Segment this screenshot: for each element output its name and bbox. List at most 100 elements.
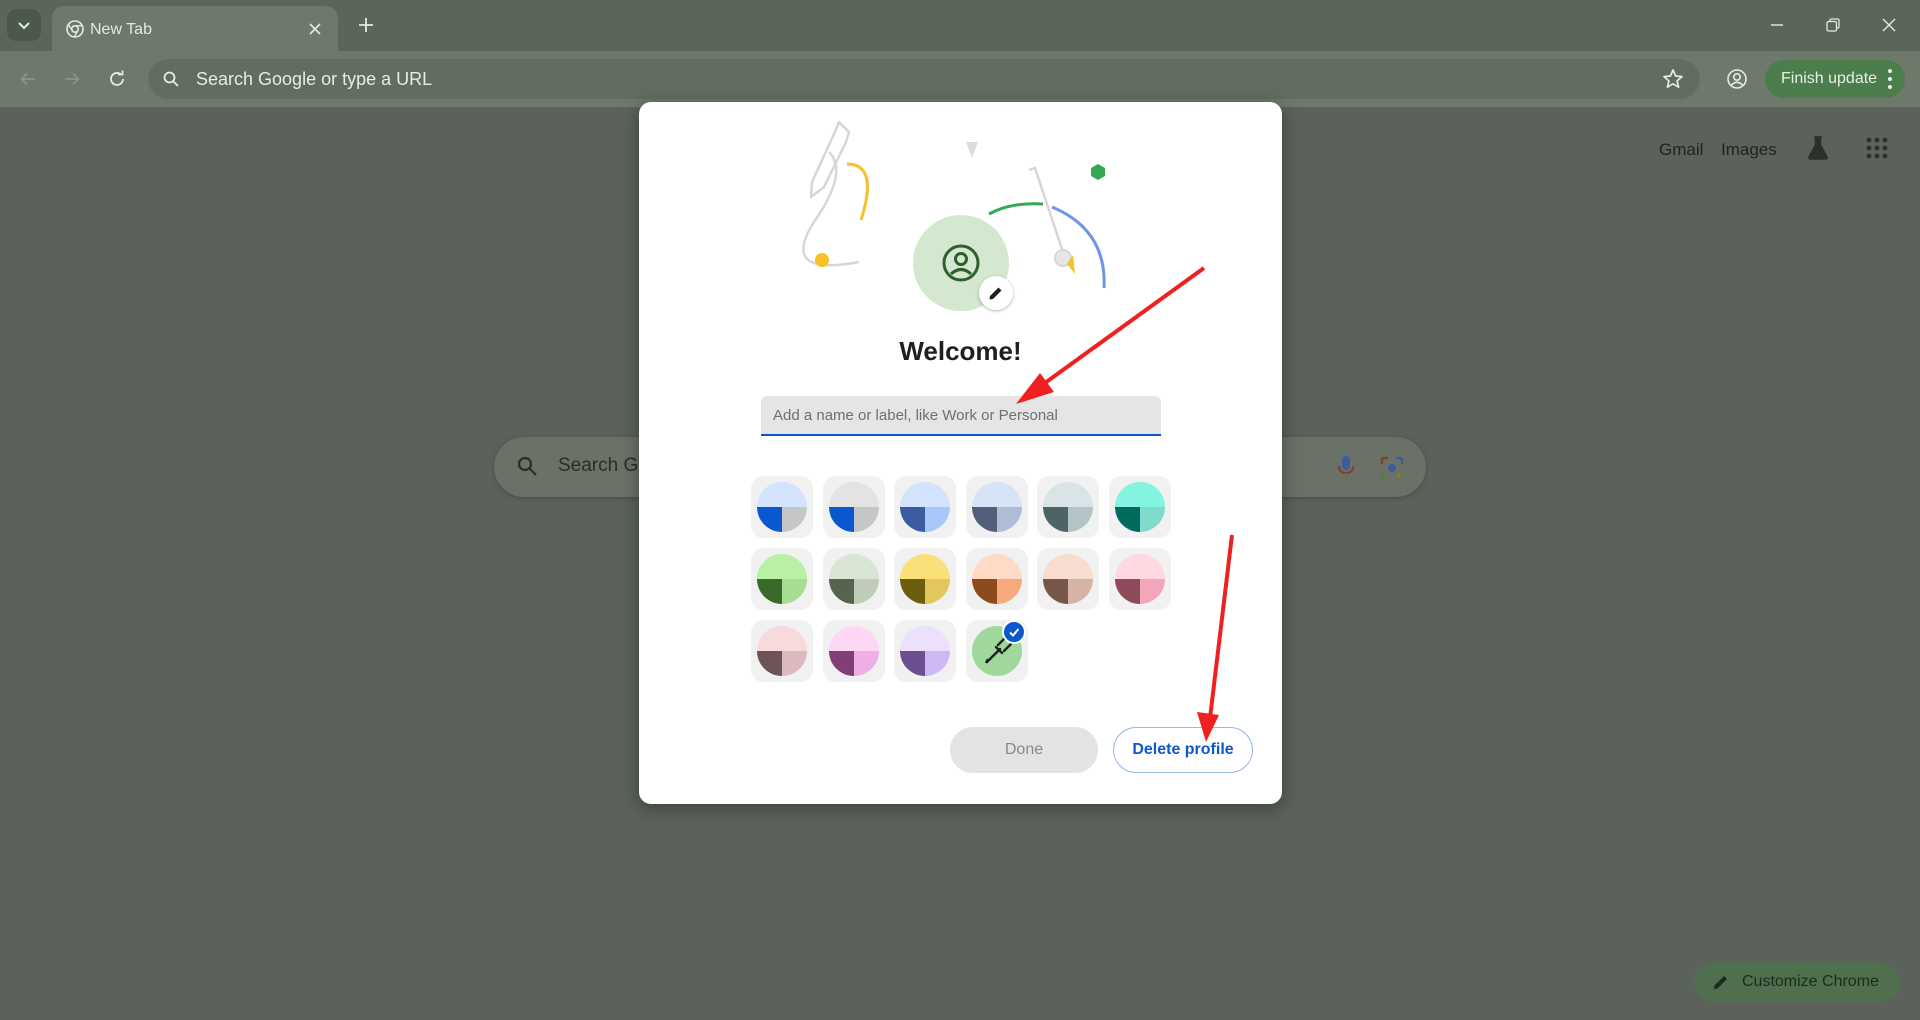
- chevron-down-icon: [18, 22, 30, 30]
- color-swatch-segment: [828, 579, 854, 604]
- pencil-icon: [1714, 976, 1727, 989]
- color-swatch-segment: [853, 651, 879, 676]
- color-swatch-disc: [900, 482, 950, 532]
- customize-chrome-button[interactable]: Customize Chrome: [1694, 962, 1900, 1002]
- restore-button[interactable]: [1809, 8, 1857, 42]
- forward-arrow-icon: [65, 72, 80, 86]
- lens-search-icon[interactable]: [1380, 456, 1404, 480]
- tab-close-button[interactable]: [304, 18, 326, 40]
- color-swatch[interactable]: [1108, 548, 1171, 610]
- color-swatch-segment: [900, 507, 925, 532]
- color-swatch-segment: [757, 579, 782, 604]
- toolbar: Search Google or type a URL Finish updat…: [0, 51, 1920, 108]
- dialog-title: Welcome!: [899, 336, 1022, 366]
- color-swatch-segment: [757, 554, 807, 579]
- close-icon: [1882, 18, 1896, 32]
- labs-flask-icon[interactable]: [1806, 135, 1830, 161]
- apps-grid-icon[interactable]: [1866, 137, 1888, 159]
- color-swatch-segment: [828, 554, 879, 579]
- color-swatch-segment: [1114, 554, 1165, 579]
- color-swatch-segment: [853, 579, 879, 604]
- color-swatch[interactable]: [965, 548, 1028, 610]
- color-swatch-segment: [996, 507, 1022, 532]
- plus-icon: [359, 18, 373, 32]
- color-swatch[interactable]: [1037, 476, 1099, 538]
- tab-title: New Tab: [90, 21, 152, 38]
- color-swatch-segment: [900, 579, 925, 604]
- color-swatch-segment: [1139, 579, 1165, 604]
- color-swatch-disc: [971, 482, 1022, 532]
- color-swatch-disc: [900, 554, 950, 604]
- color-swatch-segment: [1043, 554, 1093, 579]
- color-swatch-segment: [900, 651, 925, 676]
- color-swatch-disc: [757, 626, 807, 676]
- ntp-search-placeholder: Search Go: [558, 455, 649, 476]
- color-swatch-segment: [828, 626, 879, 651]
- omnibox[interactable]: Search Google or type a URL: [148, 59, 1700, 99]
- gmail-link[interactable]: Gmail: [1659, 140, 1703, 160]
- pencil-icon: [989, 287, 1002, 300]
- profile-button[interactable]: [1720, 62, 1754, 96]
- color-swatch-segment: [925, 651, 950, 676]
- color-swatch[interactable]: [751, 548, 813, 610]
- finish-update-button[interactable]: Finish update: [1765, 60, 1905, 98]
- images-link[interactable]: Images: [1721, 140, 1777, 160]
- edit-avatar-button[interactable]: [979, 276, 1013, 310]
- color-swatch[interactable]: [1108, 476, 1171, 538]
- color-swatch[interactable]: [822, 620, 885, 682]
- color-swatch-segment: [1114, 579, 1140, 604]
- color-swatch-segment: [1068, 579, 1093, 604]
- close-window-button[interactable]: [1865, 8, 1913, 42]
- more-vert-icon: [1888, 69, 1892, 89]
- color-swatch-disc: [900, 626, 950, 676]
- back-button[interactable]: [12, 63, 44, 95]
- color-swatch-segment: [925, 579, 950, 604]
- color-swatch-segment: [971, 507, 997, 532]
- profile-icon: [1727, 69, 1747, 89]
- color-swatch-disc: [1114, 554, 1165, 604]
- delete-profile-button[interactable]: Delete profile: [1113, 727, 1253, 773]
- done-button[interactable]: Done: [950, 727, 1098, 773]
- color-swatch-segment: [1114, 482, 1165, 507]
- color-swatch[interactable]: [751, 620, 813, 682]
- color-swatch-segment: [900, 482, 950, 507]
- color-swatch-segment: [782, 579, 807, 604]
- color-swatch[interactable]: [751, 476, 813, 538]
- reload-button[interactable]: [101, 63, 133, 95]
- color-swatch[interactable]: [1037, 548, 1099, 610]
- color-swatch-segment: [828, 651, 854, 676]
- color-swatch[interactable]: [965, 620, 1028, 682]
- voice-search-icon[interactable]: [1338, 455, 1354, 479]
- color-swatch-segment: [757, 507, 782, 532]
- color-swatch[interactable]: [894, 476, 956, 538]
- profile-setup-dialog: Welcome! Done Delete profile: [639, 102, 1282, 804]
- color-swatch[interactable]: [894, 620, 956, 682]
- color-swatch-disc: [828, 482, 879, 532]
- new-tab-button[interactable]: [352, 11, 380, 39]
- color-swatch-disc: [828, 554, 879, 604]
- bookmark-star-icon[interactable]: [1662, 68, 1684, 90]
- forward-button[interactable]: [56, 63, 88, 95]
- color-swatch-disc: [1043, 482, 1093, 532]
- omnibox-placeholder: Search Google or type a URL: [196, 69, 433, 89]
- color-swatch-segment: [782, 507, 807, 532]
- color-swatch-segment: [853, 507, 879, 532]
- color-swatch[interactable]: [965, 476, 1028, 538]
- color-swatch-disc: [757, 482, 807, 532]
- color-swatch-disc: [1043, 554, 1093, 604]
- tab-new-tab[interactable]: New Tab: [52, 6, 338, 51]
- color-swatch-disc: [757, 554, 807, 604]
- color-swatch-segment: [900, 554, 950, 579]
- profile-name-input[interactable]: [761, 396, 1161, 436]
- selected-check-icon: [1001, 620, 1026, 644]
- color-swatch[interactable]: [894, 548, 956, 610]
- minimize-button[interactable]: [1753, 8, 1801, 42]
- color-swatch[interactable]: [822, 476, 885, 538]
- back-arrow-icon: [20, 72, 35, 86]
- tab-search-button[interactable]: [7, 9, 41, 41]
- finish-update-label: Finish update: [1781, 70, 1878, 87]
- color-swatch[interactable]: [822, 548, 885, 610]
- chrome-icon: [66, 20, 84, 38]
- profile-icon: [942, 244, 980, 282]
- color-swatch-segment: [971, 554, 1022, 579]
